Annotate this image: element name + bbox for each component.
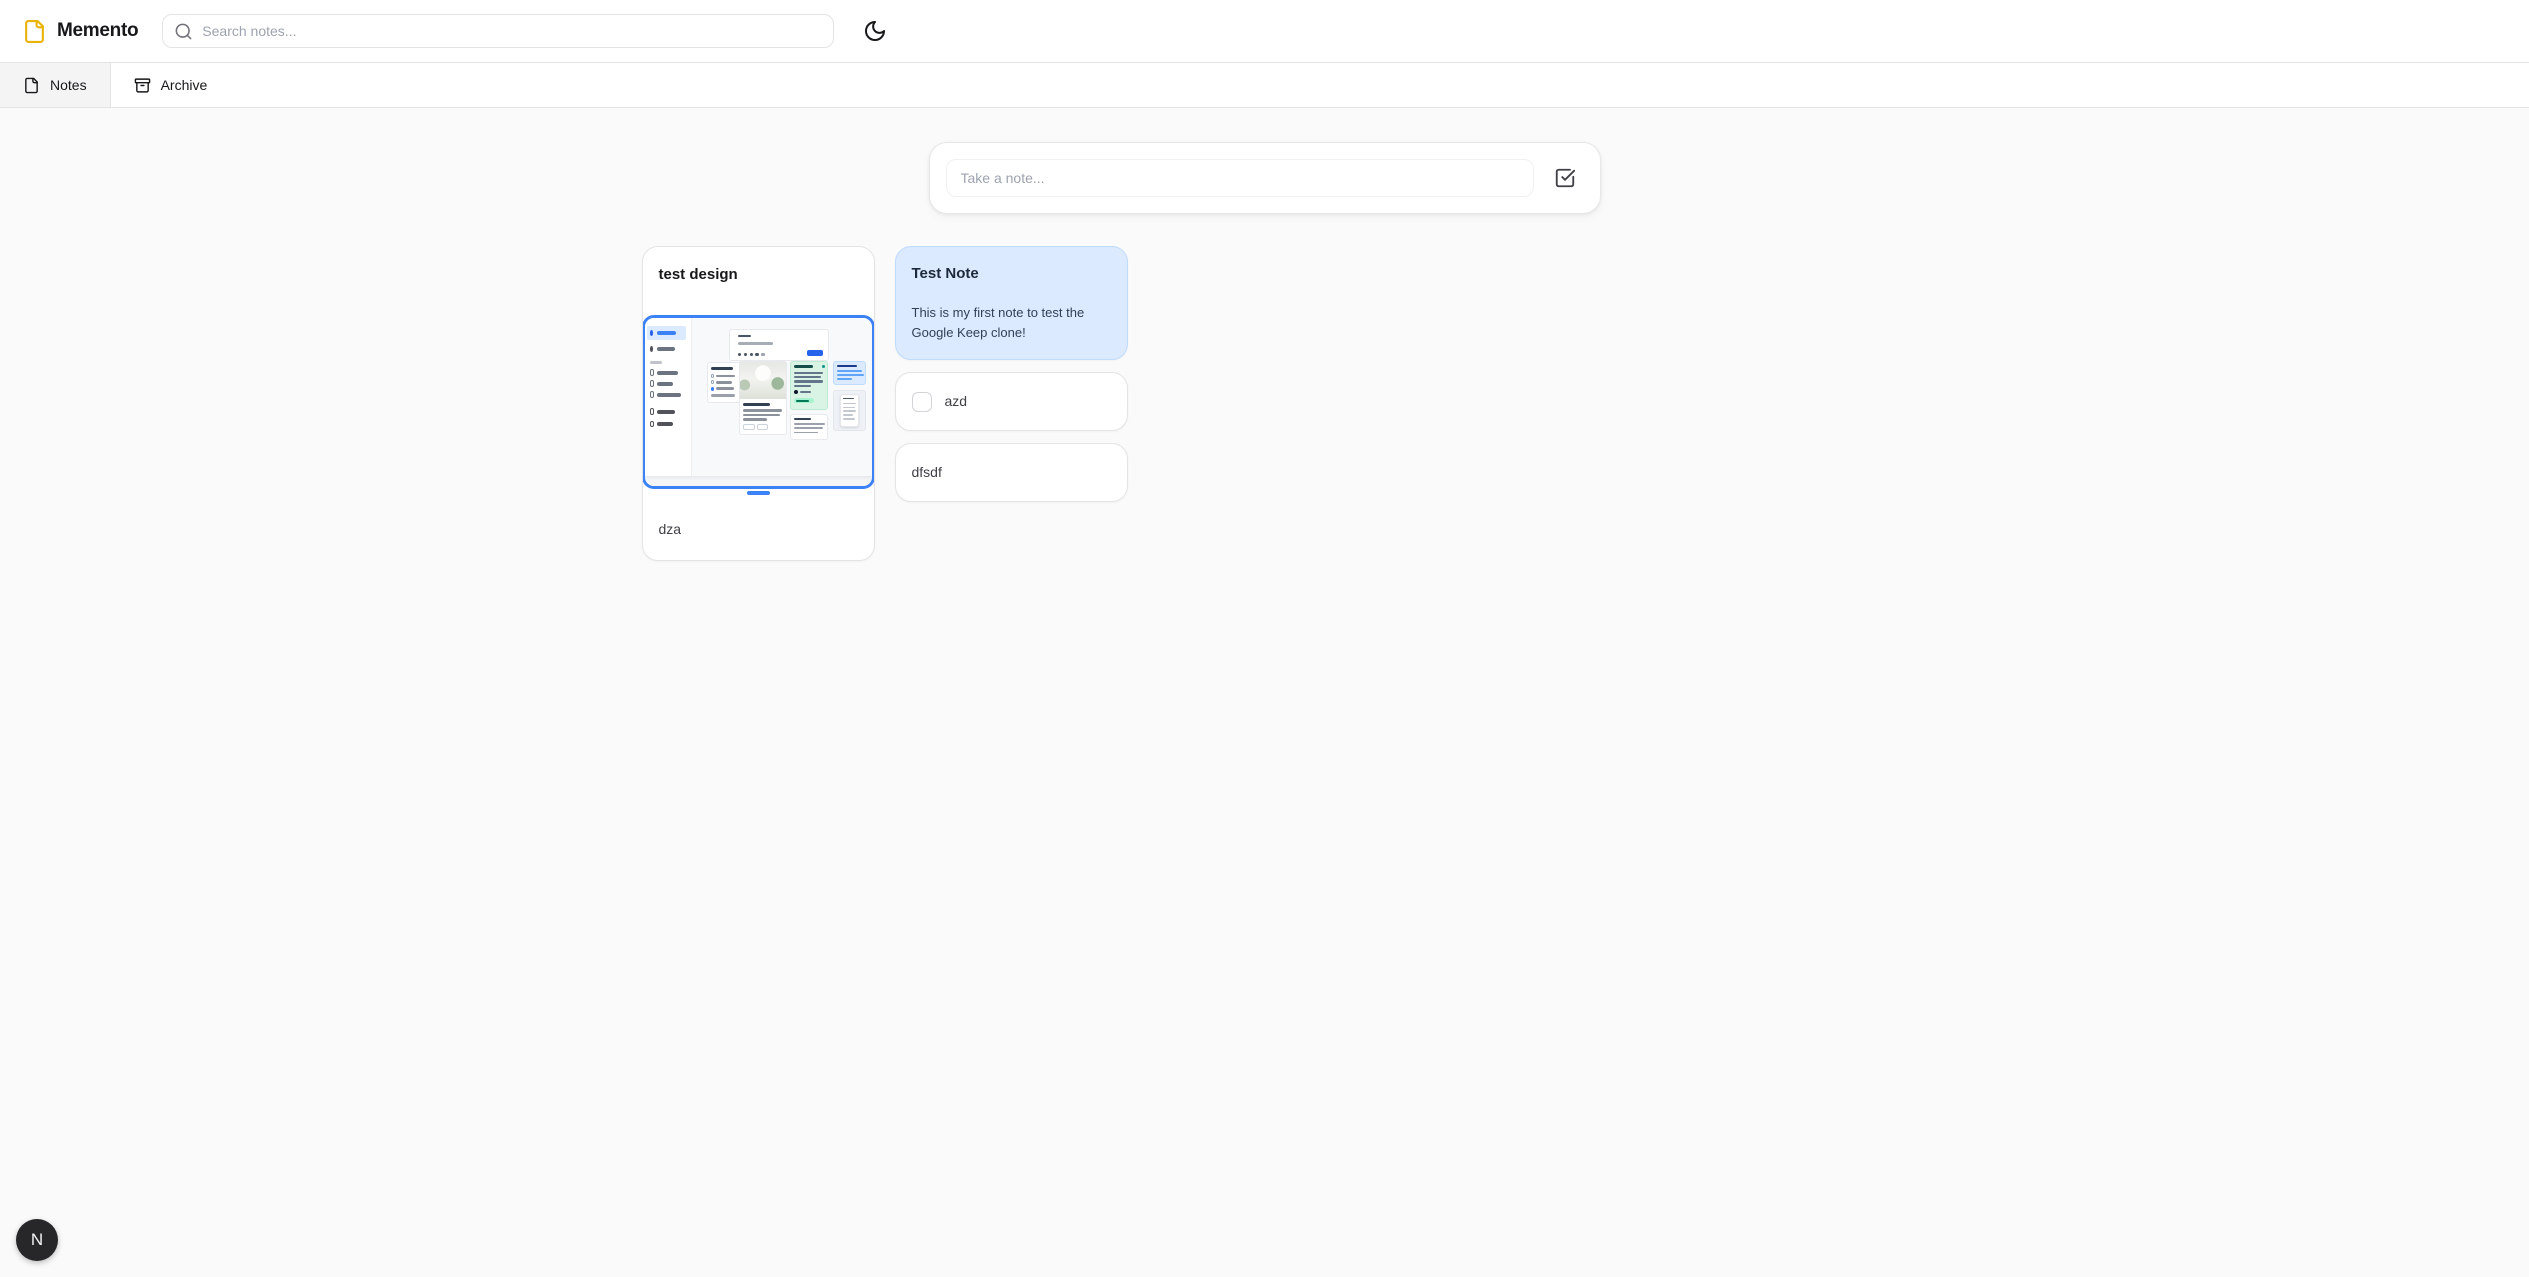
brand-logo: Memento [22,19,138,44]
note-card-dfsdf[interactable]: dfsdf [895,443,1128,502]
checklist-checkbox[interactable] [912,392,932,412]
theme-toggle-button[interactable] [856,12,894,50]
app-header: Memento [0,0,2529,63]
board-column-2: Test Note This is my first note to test … [895,246,1128,502]
note-body: dza [643,495,874,560]
search-icon [174,22,193,41]
profile-avatar-button[interactable]: N [16,1219,58,1261]
tab-notes-label: Notes [50,77,87,93]
note-file-icon [22,19,47,44]
check-square-icon [1554,167,1576,189]
checklist-label: azd [945,391,968,412]
file-icon [23,77,40,94]
search-box[interactable] [162,14,834,48]
app-title: Memento [57,20,138,42]
note-attachment-image[interactable] [642,315,875,489]
note-title: test design [643,247,874,285]
note-card-azd[interactable]: azd [895,372,1128,431]
moon-icon [863,19,887,43]
tab-archive-label: Archive [161,77,208,93]
archive-icon [134,77,151,94]
tab-archive[interactable]: Archive [111,63,231,107]
search-input[interactable] [202,23,822,39]
note-title: Test Note [912,263,1111,284]
new-checklist-button[interactable] [1546,159,1584,197]
tab-notes[interactable]: Notes [0,63,111,107]
avatar-initial: N [31,1230,43,1250]
note-card-test-design[interactable]: test design [642,246,875,561]
note-card-test-note[interactable]: Test Note This is my first note to test … [895,246,1128,360]
note-attachment [643,315,874,495]
composer-input[interactable] [946,159,1534,197]
tab-bar: Notes Archive [0,63,2529,108]
note-body: dfsdf [912,462,1111,483]
note-body: This is my first note to test the Google… [912,303,1111,343]
notes-page: test design [0,142,2529,561]
board-column-1: test design [642,246,875,561]
notes-board: test design [642,246,1888,561]
note-composer[interactable] [929,142,1601,214]
